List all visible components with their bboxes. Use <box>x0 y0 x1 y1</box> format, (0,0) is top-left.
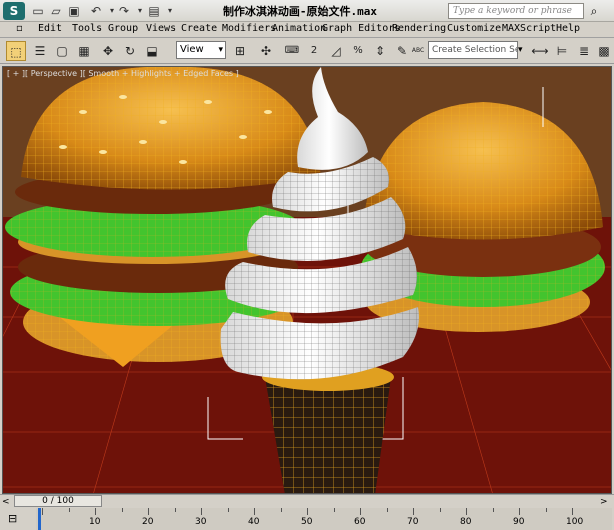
menu-views[interactable]: Views <box>146 23 176 34</box>
abc-icon[interactable]: ABC <box>408 41 428 61</box>
ruler-tick-label: 10 <box>89 517 101 527</box>
select-move-icon[interactable]: ✥ <box>98 41 118 61</box>
ruler-tick <box>174 508 176 512</box>
project-dropdown-icon[interactable]: ▾ <box>162 3 178 19</box>
ruler-tick <box>333 508 335 512</box>
viewport-scene <box>3 67 611 494</box>
menu-modifiers[interactable]: Modifiers <box>222 23 276 34</box>
time-slider[interactable]: < 0 / 100 > <box>0 494 614 508</box>
ruler-tick <box>201 508 202 515</box>
mini-curve-editor-icon[interactable]: ⊟ <box>8 512 24 526</box>
ruler-tick-label: 90 <box>513 517 525 527</box>
save-icon[interactable]: ▣ <box>66 3 82 19</box>
ruler-tick <box>254 508 255 515</box>
window-title: 制作冰淇淋动画-原始文件.max <box>222 5 378 18</box>
menu-customize[interactable]: Customize <box>447 23 501 34</box>
perspective-viewport[interactable]: [ + ][ Perspective ][ Smooth + Highlight… <box>2 66 612 494</box>
named-selection-set-input[interactable]: Create Selection Se <box>428 41 518 59</box>
ruler-tick-label: 40 <box>248 517 260 527</box>
select-by-name-icon[interactable]: ☰ <box>30 41 50 61</box>
ruler-tick <box>572 508 573 515</box>
ruler-tick <box>466 508 467 515</box>
menu-create[interactable]: Create <box>181 23 217 34</box>
search-icon[interactable]: ⌕ <box>586 3 602 19</box>
ruler-tick <box>121 508 123 512</box>
ruler-tick <box>68 508 70 512</box>
menu-group[interactable]: Group <box>108 23 138 34</box>
select-scale-icon[interactable]: ⬓ <box>142 41 162 61</box>
ruler-tick-label: 30 <box>195 517 207 527</box>
menu-edit[interactable]: Edit <box>38 23 62 34</box>
ruler-tick <box>307 508 308 515</box>
layer-manager-icon[interactable]: ≣ <box>574 41 594 61</box>
menu-bar: ▫ Edit Tools Group Views Create Modifier… <box>0 22 614 38</box>
abc-label: ABC <box>411 47 425 54</box>
spinner-snap-icon[interactable]: ⇕ <box>370 41 390 61</box>
ruler-tick <box>95 508 96 515</box>
mirror-icon[interactable]: ⟷ <box>530 41 550 61</box>
ruler-tick <box>439 508 441 512</box>
ruler-tick-label: 100 <box>566 517 584 527</box>
viewport-label[interactable]: [ + ][ Perspective ][ Smooth + Highlight… <box>7 69 239 78</box>
ruler-tick <box>519 508 520 515</box>
prev-frame-icon[interactable]: < <box>2 496 12 508</box>
open-icon[interactable]: ▱ <box>48 3 64 19</box>
rectangular-region-icon[interactable]: ▢ <box>52 41 72 61</box>
main-toolbar: ⬚ ☰ ▢ ▦ ✥ ↻ ⬓ View ⊞ ✣ ⌨ 2 ◿ % ⇕ ✎ ABC C… <box>0 38 614 64</box>
menu-maxscript[interactable]: MAXScript <box>502 23 556 34</box>
percent-snap-icon[interactable]: % <box>348 41 368 61</box>
menu-graph-editors[interactable]: Graph Editors <box>322 23 400 34</box>
ruler-tick <box>413 508 414 515</box>
menu-rendering[interactable]: Rendering <box>392 23 446 34</box>
title-bar: S ▭ ▱ ▣ ↶ ▾ ↷ ▾ ▤ ▾ 制作冰淇淋动画-原始文件.max Typ… <box>0 0 614 22</box>
named-selection-dropdown-icon[interactable]: ▾ <box>518 41 528 59</box>
app-logo-icon[interactable]: S <box>3 2 25 20</box>
ruler-tick-label: 80 <box>460 517 472 527</box>
graphite-toolbar-icon[interactable]: ▩ <box>594 41 614 61</box>
ruler-tick-label: 50 <box>301 517 313 527</box>
undo-icon[interactable]: ↶ <box>88 3 104 19</box>
percent-symbol: % <box>353 45 363 56</box>
angle-snap-icon[interactable]: ◿ <box>326 41 346 61</box>
time-slider-thumb[interactable]: 0 / 100 <box>14 495 102 507</box>
ruler-tick <box>545 508 547 512</box>
menu-document-icon: ▫ <box>16 23 23 34</box>
ruler-tick-label: 70 <box>407 517 419 527</box>
ruler-tick <box>42 508 43 515</box>
project-icon[interactable]: ▤ <box>146 3 162 19</box>
ruler-tick-label: 60 <box>354 517 366 527</box>
select-manipulate-icon[interactable]: ✣ <box>256 41 276 61</box>
select-object-icon[interactable]: ⬚ <box>6 41 26 61</box>
select-rotate-icon[interactable]: ↻ <box>120 41 140 61</box>
ruler-tick <box>360 508 361 515</box>
ice-cream-cone[interactable] <box>262 363 394 494</box>
pivot-center-icon[interactable]: ⊞ <box>230 41 250 61</box>
track-ruler[interactable]: 10 20 30 40 50 60 70 80 90 100 <box>36 508 612 530</box>
menu-tools[interactable]: Tools <box>72 23 102 34</box>
menu-animation[interactable]: Animation <box>272 23 326 34</box>
ruler-tick <box>227 508 229 512</box>
align-icon[interactable]: ⊨ <box>552 41 572 61</box>
keyboard-shortcut-icon[interactable]: ⌨ <box>282 41 302 61</box>
redo-icon[interactable]: ↷ <box>116 3 132 19</box>
ruler-tick <box>148 508 149 515</box>
window-crossing-icon[interactable]: ▦ <box>74 41 94 61</box>
new-icon[interactable]: ▭ <box>30 3 46 19</box>
ruler-tick <box>386 508 388 512</box>
ruler-tick-label: 20 <box>142 517 154 527</box>
ruler-tick <box>492 508 494 512</box>
snaps-toggle-icon[interactable]: 2 <box>304 41 324 61</box>
snap-number: 2 <box>310 45 318 56</box>
playhead[interactable] <box>38 508 41 530</box>
menu-help[interactable]: Help <box>556 23 580 34</box>
ruler-tick <box>280 508 282 512</box>
next-frame-icon[interactable]: > <box>600 496 610 508</box>
search-input[interactable]: Type a keyword or phrase <box>448 3 584 19</box>
reference-coordinate-select[interactable]: View <box>176 41 226 59</box>
track-bar[interactable]: ⊟ 10 20 30 40 50 60 70 80 90 100 <box>0 508 614 530</box>
